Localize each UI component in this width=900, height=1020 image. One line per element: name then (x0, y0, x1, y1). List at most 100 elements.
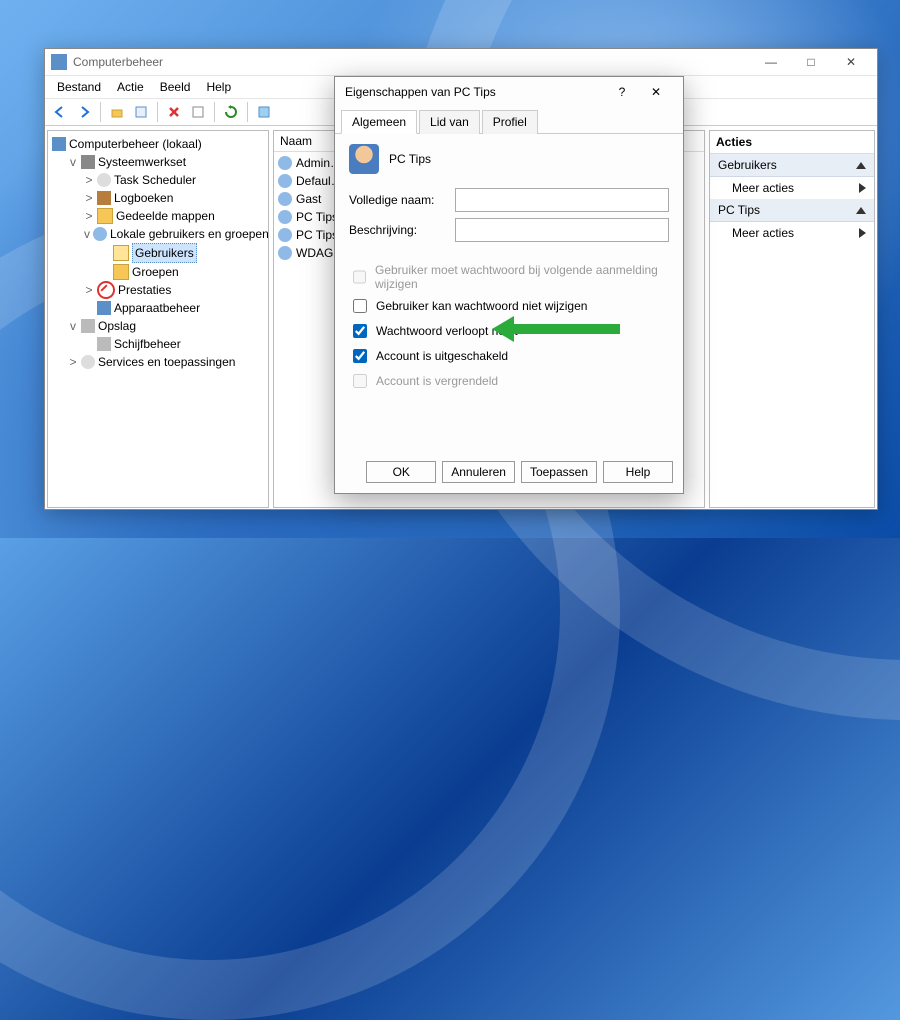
tab-memberof[interactable]: Lid van (419, 110, 480, 134)
folder-icon (97, 208, 113, 224)
user-icon (278, 174, 292, 188)
user-icon (278, 228, 292, 242)
check-never-expires[interactable]: Wachtwoord verloopt nooit (349, 321, 669, 341)
services-icon (81, 355, 95, 369)
actions-section-users[interactable]: Gebruikers (710, 154, 874, 177)
actions-item-label: Meer acties (732, 226, 794, 240)
check-label: Wachtwoord verloopt nooit (376, 324, 518, 338)
list-item-label: PC Tips (296, 226, 338, 244)
tree-services-label: Services en toepassingen (98, 353, 235, 371)
apply-button[interactable]: Toepassen (521, 461, 597, 483)
actions-more-users[interactable]: Meer acties (710, 177, 874, 199)
collapse-icon (856, 162, 866, 169)
check-account-disabled-box[interactable] (353, 349, 367, 363)
tree-local-users-groups[interactable]: vLokale gebruikers en groepen (84, 225, 266, 243)
actions-section-pctips[interactable]: PC Tips (710, 199, 874, 222)
help-button[interactable]: Help (603, 461, 673, 483)
user-icon (278, 156, 292, 170)
dialog-titlebar: Eigenschappen van PC Tips ? ✕ (335, 77, 683, 107)
computer-icon (52, 137, 66, 151)
actions-section-label: PC Tips (718, 203, 760, 217)
clock-icon (97, 173, 111, 187)
menu-file[interactable]: Bestand (49, 78, 109, 96)
collapse-icon[interactable]: v (84, 225, 90, 243)
cancel-button[interactable]: Annuleren (442, 461, 515, 483)
delete-button[interactable] (163, 101, 185, 123)
actions-more-pctips[interactable]: Meer acties (710, 222, 874, 244)
tree-pane: Computerbeheer (lokaal) vSysteemwerkset … (47, 130, 269, 508)
check-account-locked: Account is vergrendeld (349, 371, 669, 391)
export-button[interactable] (187, 101, 209, 123)
folder-open-icon (113, 245, 129, 261)
description-field[interactable] (455, 218, 669, 242)
perf-icon (97, 281, 115, 299)
storage-icon (81, 319, 95, 333)
tree-groups-label: Groepen (132, 263, 179, 281)
back-button[interactable] (49, 101, 71, 123)
tree-task-scheduler[interactable]: >Task Scheduler (84, 171, 266, 189)
description-label: Beschrijving: (349, 223, 449, 237)
chevron-right-icon (859, 228, 866, 238)
check-account-locked-box (353, 374, 367, 388)
tree-device-manager[interactable]: Apparaatbeheer (84, 299, 266, 317)
tree-storage[interactable]: v Opslag (68, 317, 266, 335)
ok-button[interactable]: OK (366, 461, 436, 483)
list-item-label: PC Tips (296, 208, 338, 226)
check-cannot-change-box[interactable] (353, 299, 367, 313)
check-label: Account is uitgeschakeld (376, 349, 508, 363)
tab-general[interactable]: Algemeen (341, 110, 417, 134)
tools-icon (81, 155, 95, 169)
tree-logbooks[interactable]: >Logboeken (84, 189, 266, 207)
tree-dev-label: Apparaatbeheer (114, 299, 200, 317)
minimize-button[interactable]: — (751, 49, 791, 75)
fullname-field[interactable] (455, 188, 669, 212)
tree-perf-label: Prestaties (118, 281, 171, 299)
expand-icon[interactable]: > (84, 189, 94, 207)
tab-bar: Algemeen Lid van Profiel (335, 109, 683, 134)
expand-icon[interactable]: > (84, 281, 94, 299)
expand-icon[interactable]: > (84, 207, 94, 225)
properties-button[interactable] (130, 101, 152, 123)
tree-systools[interactable]: v Systeemwerkset (68, 153, 266, 171)
book-icon (97, 191, 111, 205)
dialog-close-button[interactable]: ✕ (639, 77, 673, 107)
tree-groups-node[interactable]: Groepen (100, 263, 266, 281)
up-button[interactable] (106, 101, 128, 123)
tree-root[interactable]: Computerbeheer (lokaal) (52, 135, 266, 153)
check-never-expires-box[interactable] (353, 324, 367, 338)
tree-performance[interactable]: > Prestaties (84, 281, 266, 299)
forward-button[interactable] (73, 101, 95, 123)
actions-item-label: Meer acties (732, 181, 794, 195)
dialog-help-button[interactable]: ? (605, 77, 639, 107)
user-avatar-icon (349, 144, 379, 174)
expand-icon[interactable]: > (84, 171, 94, 189)
maximize-button[interactable]: □ (791, 49, 831, 75)
tree-users-label: Gebruikers (132, 243, 197, 263)
menu-action[interactable]: Actie (109, 78, 152, 96)
tree-users-node[interactable]: Gebruikers (100, 243, 266, 263)
help-button[interactable] (253, 101, 275, 123)
tree-shared-folders[interactable]: > Gedeelde mappen (84, 207, 266, 225)
list-item-label: Gast (296, 190, 321, 208)
collapse-icon[interactable]: v (68, 317, 78, 335)
check-label: Account is vergrendeld (376, 374, 498, 388)
actions-pane: Acties Gebruikers Meer acties PC Tips Me… (709, 130, 875, 508)
dialog-title: Eigenschappen van PC Tips (345, 85, 605, 99)
menu-help[interactable]: Help (198, 78, 239, 96)
tab-profile[interactable]: Profiel (482, 110, 538, 134)
tree-disk-management[interactable]: Schijfbeheer (84, 335, 266, 353)
tree-shared-label: Gedeelde mappen (116, 207, 215, 225)
tree-systools-label: Systeemwerkset (98, 153, 186, 171)
close-button[interactable]: ✕ (831, 49, 871, 75)
window-title: Computerbeheer (73, 55, 163, 69)
refresh-button[interactable] (220, 101, 242, 123)
user-icon (278, 210, 292, 224)
fullname-label: Volledige naam: (349, 193, 449, 207)
menu-view[interactable]: Beeld (152, 78, 199, 96)
check-account-disabled[interactable]: Account is uitgeschakeld (349, 346, 669, 366)
tree-storage-label: Opslag (98, 317, 136, 335)
tree-services-apps[interactable]: > Services en toepassingen (68, 353, 266, 371)
check-cannot-change[interactable]: Gebruiker kan wachtwoord niet wijzigen (349, 296, 669, 316)
collapse-icon[interactable]: v (68, 153, 78, 171)
expand-icon[interactable]: > (68, 353, 78, 371)
